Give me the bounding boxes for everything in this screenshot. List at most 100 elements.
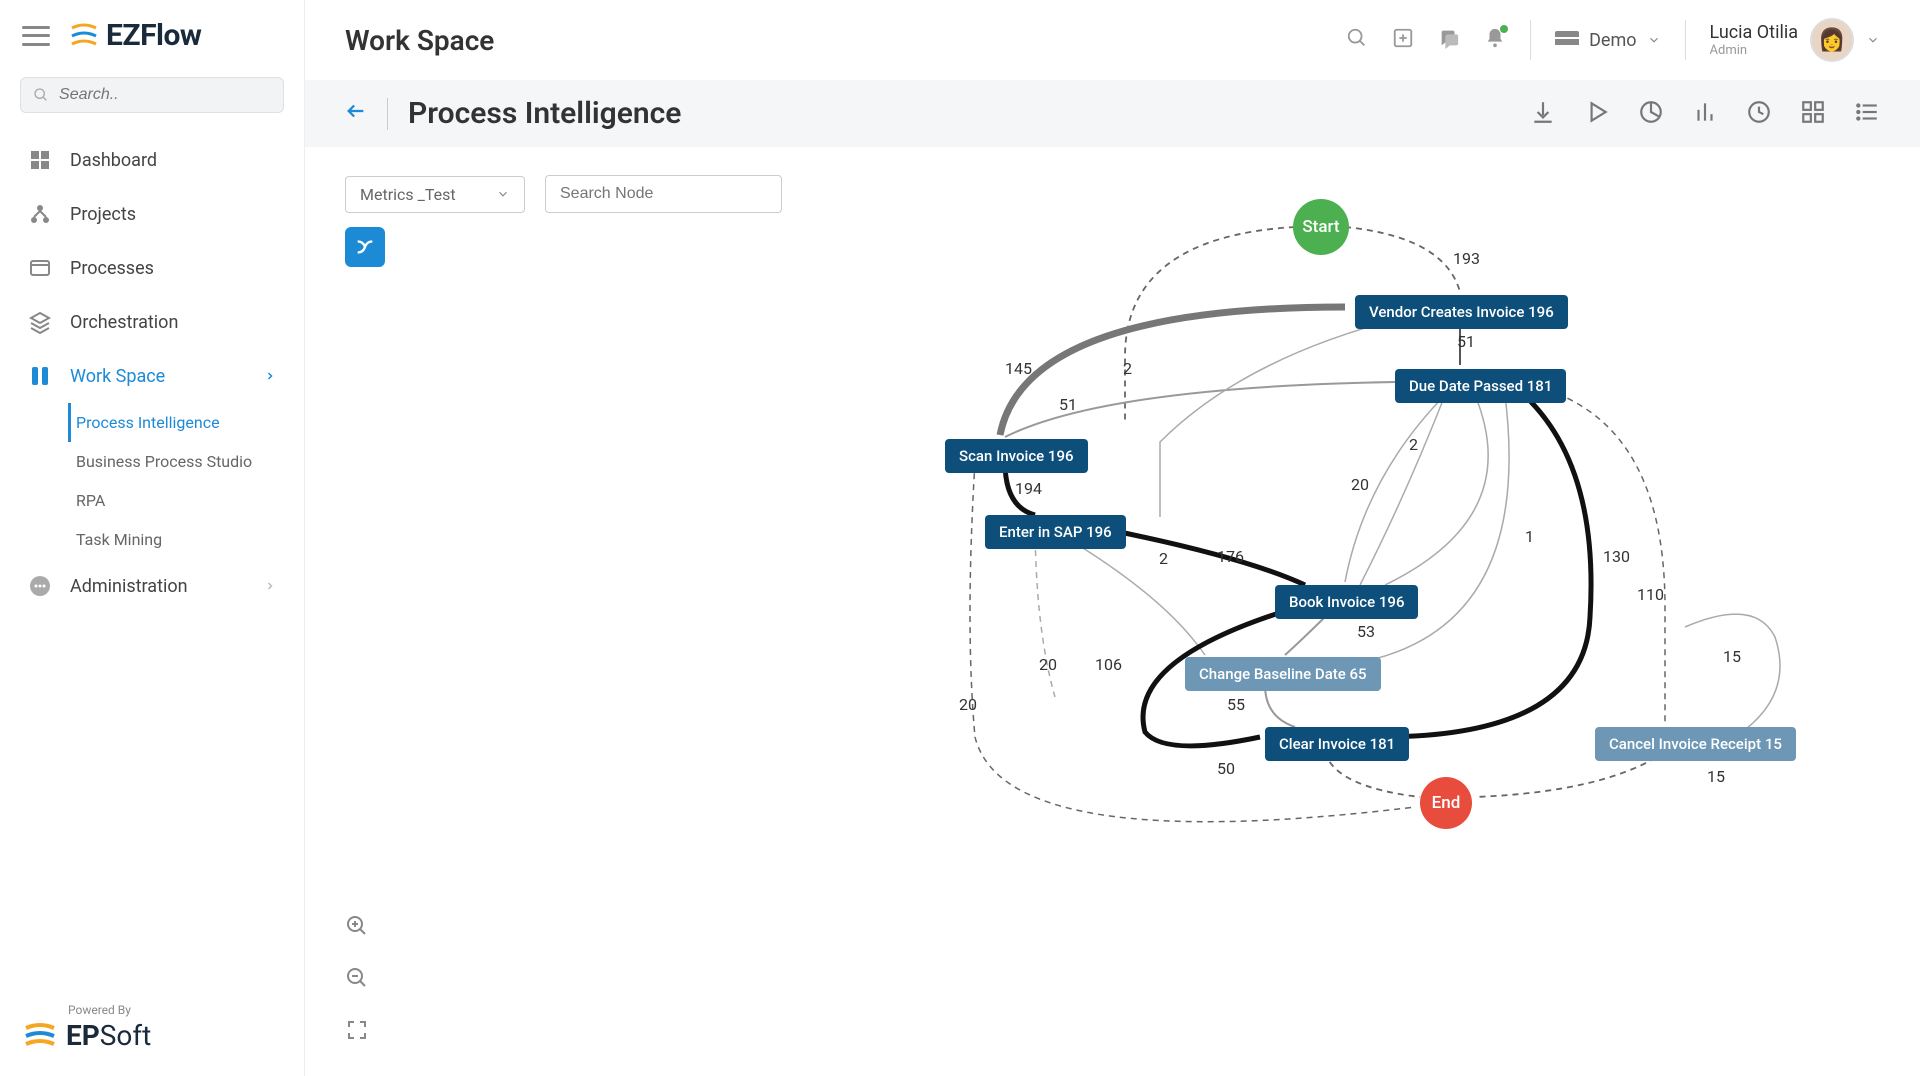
edge-label: 20 bbox=[1037, 655, 1059, 674]
divider bbox=[387, 98, 388, 130]
nav-dashboard[interactable]: Dashboard bbox=[0, 133, 304, 187]
edge-label: 2 bbox=[1121, 359, 1134, 378]
edge-label: 194 bbox=[1013, 479, 1044, 498]
process-graph[interactable]: Start Vendor Creates Invoice 196 Due Dat… bbox=[605, 177, 1805, 957]
main: Work Space Demo Lucia Otilia Admin bbox=[305, 0, 1920, 1076]
node-end[interactable]: End bbox=[1420, 777, 1472, 829]
processes-icon bbox=[28, 256, 52, 280]
ezflow-logo-icon bbox=[68, 20, 100, 52]
subnav-process-intelligence[interactable]: Process Intelligence bbox=[48, 403, 304, 442]
edge-label: 106 bbox=[1093, 655, 1124, 674]
bar-chart-button[interactable] bbox=[1692, 99, 1718, 129]
zoom-out-button[interactable] bbox=[345, 966, 369, 994]
clock-button[interactable] bbox=[1746, 99, 1772, 129]
sidebar-search-input[interactable] bbox=[59, 86, 271, 104]
search-icon bbox=[33, 86, 49, 104]
edge-label: 193 bbox=[1451, 249, 1482, 268]
fullscreen-button[interactable] bbox=[345, 1018, 369, 1046]
chevron-down-icon bbox=[496, 187, 510, 201]
dashboard-icon bbox=[28, 148, 52, 172]
edge-label: 145 bbox=[1003, 359, 1034, 378]
sidebar-nav: Dashboard Projects Processes Orchestrati… bbox=[0, 127, 304, 985]
nav-orchestration[interactable]: Orchestration bbox=[0, 295, 304, 349]
nav-label: Dashboard bbox=[70, 150, 157, 171]
list-icon bbox=[1854, 99, 1880, 125]
powered-label: Powered By bbox=[68, 1003, 282, 1017]
topbar-notifications-button[interactable] bbox=[1484, 27, 1506, 53]
nav-projects[interactable]: Projects bbox=[0, 187, 304, 241]
logo-text: EZFlow bbox=[106, 18, 201, 53]
avatar: 👩 bbox=[1810, 18, 1854, 62]
projects-icon bbox=[28, 202, 52, 226]
subheader: Process Intelligence bbox=[305, 80, 1920, 147]
canvas-area: Metrics _Test bbox=[305, 147, 1920, 1076]
nav-workspace[interactable]: Work Space bbox=[0, 349, 304, 403]
edge-label: 53 bbox=[1355, 622, 1377, 641]
node-cancel-invoice[interactable]: Cancel Invoice Receipt 15 bbox=[1595, 727, 1796, 761]
node-enter-sap[interactable]: Enter in SAP 196 bbox=[985, 515, 1126, 549]
zoom-controls bbox=[345, 914, 369, 1046]
zoom-in-button[interactable] bbox=[345, 914, 369, 942]
edge-label: 51 bbox=[1455, 332, 1477, 351]
topbar-chat-button[interactable] bbox=[1438, 27, 1460, 53]
chevron-down-icon bbox=[1866, 33, 1880, 47]
tenant-icon bbox=[1555, 31, 1579, 49]
metric-select[interactable]: Metrics _Test bbox=[345, 176, 525, 213]
edge-label: 1 bbox=[1523, 527, 1536, 546]
graph-edges bbox=[605, 177, 1805, 957]
download-icon bbox=[1530, 99, 1556, 125]
metric-select-value: Metrics _Test bbox=[360, 185, 456, 204]
app-logo: EZFlow bbox=[68, 18, 201, 53]
list-button[interactable] bbox=[1854, 99, 1880, 129]
pie-button[interactable] bbox=[1638, 99, 1664, 129]
nav-label: Administration bbox=[70, 576, 188, 597]
node-scan-invoice[interactable]: Scan Invoice 196 bbox=[945, 439, 1088, 473]
epsoft-text: EPSoft bbox=[66, 1019, 151, 1052]
download-button[interactable] bbox=[1530, 99, 1556, 129]
play-icon bbox=[1584, 99, 1610, 125]
grid-button[interactable] bbox=[1800, 99, 1826, 129]
node-start[interactable]: Start bbox=[1293, 199, 1349, 255]
fullscreen-icon bbox=[345, 1018, 369, 1042]
nav-label: Projects bbox=[70, 204, 136, 225]
nav-administration[interactable]: Administration bbox=[0, 559, 304, 613]
node-clear-invoice[interactable]: Clear Invoice 181 bbox=[1265, 727, 1409, 761]
grid-icon bbox=[1800, 99, 1826, 125]
bar-chart-icon bbox=[1692, 99, 1718, 125]
topbar-add-button[interactable] bbox=[1392, 27, 1414, 53]
menu-toggle-button[interactable] bbox=[22, 26, 50, 46]
edge-label: 20 bbox=[1349, 475, 1371, 494]
back-button[interactable] bbox=[345, 100, 367, 128]
subheader-title: Process Intelligence bbox=[408, 96, 681, 131]
pie-icon bbox=[1638, 99, 1664, 125]
nav-processes[interactable]: Processes bbox=[0, 241, 304, 295]
tenant-selector[interactable]: Demo bbox=[1555, 30, 1660, 51]
subnav-task-mining[interactable]: Task Mining bbox=[48, 520, 304, 559]
epsoft-logo-icon bbox=[22, 1022, 58, 1050]
chevron-down-icon bbox=[1647, 33, 1661, 47]
node-vendor-creates-invoice[interactable]: Vendor Creates Invoice 196 bbox=[1355, 295, 1568, 329]
node-book-invoice[interactable]: Book Invoice 196 bbox=[1275, 585, 1418, 619]
node-change-baseline[interactable]: Change Baseline Date 65 bbox=[1185, 657, 1381, 691]
divider bbox=[1685, 20, 1686, 60]
subnav-bps[interactable]: Business Process Studio bbox=[48, 442, 304, 481]
nav-label: Work Space bbox=[70, 366, 165, 387]
subnav-rpa[interactable]: RPA bbox=[48, 481, 304, 520]
workspace-icon bbox=[28, 364, 52, 388]
topbar-search-button[interactable] bbox=[1346, 27, 1368, 53]
zoom-in-icon bbox=[345, 914, 369, 938]
edge-label: 55 bbox=[1225, 695, 1247, 714]
divider bbox=[1530, 20, 1531, 60]
edge-label: 130 bbox=[1601, 547, 1632, 566]
page-title: Work Space bbox=[345, 24, 494, 57]
nav-label: Processes bbox=[70, 258, 154, 279]
sidebar-search[interactable] bbox=[20, 77, 284, 113]
play-button[interactable] bbox=[1584, 99, 1610, 129]
user-menu[interactable]: Lucia Otilia Admin 👩 bbox=[1710, 18, 1880, 62]
orchestration-icon bbox=[28, 310, 52, 334]
zoom-out-icon bbox=[345, 966, 369, 990]
search-icon bbox=[1346, 27, 1368, 49]
node-due-date-passed[interactable]: Due Date Passed 181 bbox=[1395, 369, 1566, 403]
branch-tool-button[interactable] bbox=[345, 227, 385, 267]
arrow-left-icon bbox=[345, 100, 367, 122]
